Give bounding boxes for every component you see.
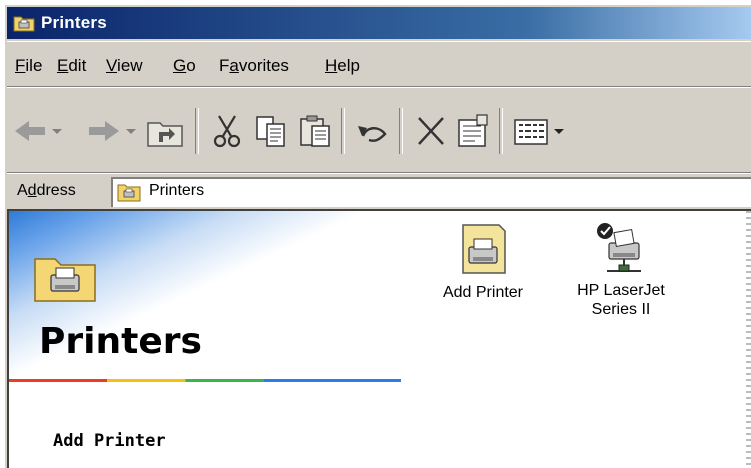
menu-view[interactable]: View	[106, 56, 143, 76]
standard-toolbar	[7, 87, 751, 173]
menu-help[interactable]: Help	[325, 56, 360, 76]
back-dropdown[interactable]	[49, 112, 65, 150]
folder-content: Printers Add Printer Add Printer HP Lase…	[7, 209, 751, 468]
hp-laserjet-label-line2: Series II	[591, 301, 651, 318]
toolbar-separator	[341, 108, 345, 154]
add-printer-label: Add Printer	[442, 284, 524, 301]
properties-icon	[458, 114, 488, 147]
cut-button[interactable]	[207, 112, 247, 150]
add-printer-link[interactable]: Add Printer	[53, 431, 166, 451]
undo-icon	[358, 126, 387, 142]
chevron-down-icon	[126, 129, 136, 134]
add-printer-item[interactable]: Add Printer	[413, 221, 553, 302]
forward-dropdown[interactable]	[123, 112, 139, 150]
back-button[interactable]	[11, 112, 51, 150]
views-button[interactable]	[511, 112, 551, 150]
scrollbar-edge	[746, 211, 751, 468]
paste-icon	[300, 115, 330, 147]
forward-icon	[89, 121, 119, 141]
address-bar: Address Printers	[7, 173, 751, 213]
menu-go[interactable]: Go	[173, 56, 196, 76]
toolbar-separator	[399, 108, 403, 154]
menu-bar: File Edit View Go Favorites Help	[7, 41, 751, 87]
printers-folder-icon	[117, 184, 141, 202]
forward-button[interactable]	[83, 112, 123, 150]
window-title: Printers	[41, 13, 107, 32]
explorer-window: Printers File Edit View Go Favorites Hel…	[4, 4, 751, 468]
views-dropdown[interactable]	[551, 112, 567, 150]
hp-laserjet-label-line1: HP LaserJet	[577, 282, 665, 299]
toolbar-separator	[499, 108, 503, 154]
undo-button[interactable]	[353, 112, 393, 150]
cut-icon	[213, 115, 241, 148]
copy-button[interactable]	[251, 112, 291, 150]
views-icon	[514, 119, 548, 145]
printers-folder-icon	[34, 258, 96, 302]
menu-file[interactable]: File	[15, 56, 42, 76]
menu-favorites[interactable]: Favorites	[219, 56, 289, 76]
delete-icon	[418, 117, 444, 145]
printers-folder-icon	[13, 16, 35, 32]
properties-button[interactable]	[453, 112, 493, 150]
hp-laserjet-item[interactable]: HP LaserJet Series II	[551, 221, 691, 319]
copy-icon	[256, 116, 285, 147]
address-field[interactable]: Printers	[111, 177, 751, 207]
delete-button[interactable]	[411, 112, 451, 150]
up-button[interactable]	[145, 112, 185, 150]
toolbar-separator	[195, 108, 199, 154]
webview-panel: Printers Add Printer	[9, 211, 403, 468]
networked-printer-icon	[597, 223, 641, 272]
up-folder-icon	[147, 122, 183, 147]
title-bar[interactable]: Printers	[7, 7, 751, 39]
menu-edit[interactable]: Edit	[57, 56, 86, 76]
panel-title: Printers	[39, 321, 202, 362]
address-label: Address	[17, 182, 76, 199]
chevron-down-icon	[52, 129, 62, 134]
chevron-down-icon	[554, 129, 564, 134]
add-printer-icon	[462, 224, 506, 274]
address-value: Printers	[149, 182, 205, 199]
colored-divider	[9, 379, 401, 382]
paste-button[interactable]	[295, 112, 335, 150]
back-icon	[15, 121, 45, 141]
